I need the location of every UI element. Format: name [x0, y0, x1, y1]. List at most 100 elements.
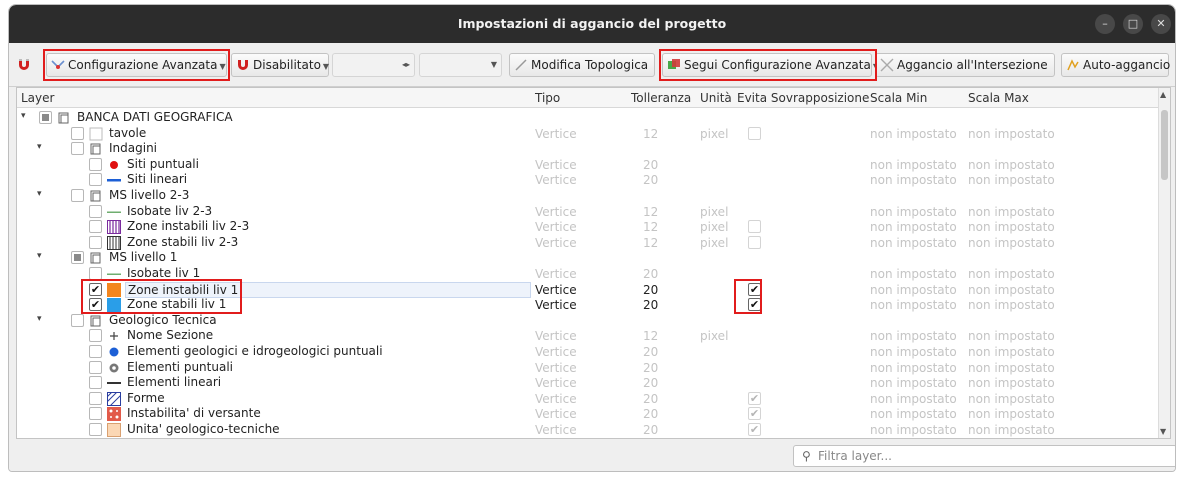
scale-max-cell[interactable]: non impostato [968, 283, 1055, 297]
units-dropdown[interactable]: ▼ [419, 53, 502, 77]
table-row[interactable]: Unita' geologico-tecniche Vertice 20 ✔ non i… [17, 422, 1160, 438]
tolerance-cell[interactable]: 20 [643, 345, 658, 359]
expand-toggle-icon[interactable]: ▾ [37, 189, 42, 199]
scale-max-cell[interactable]: non impostato [968, 407, 1055, 421]
layer-enable-checkbox[interactable] [71, 126, 84, 140]
table-row[interactable]: Elementi geologici e idrogeologici puntu… [17, 344, 1160, 360]
scale-max-cell[interactable]: non impostato [968, 376, 1055, 390]
snap-type-cell[interactable]: Vertice [535, 329, 577, 343]
scale-min-cell[interactable]: non impostato [870, 361, 957, 375]
column-header-scale-max[interactable]: Scala Max [968, 91, 1029, 105]
tolerance-cell[interactable]: 12 [643, 220, 658, 234]
layer-enable-checkbox[interactable] [71, 189, 84, 202]
scale-max-cell[interactable]: non impostato [968, 220, 1055, 234]
snapping-type-dropdown[interactable]: Disabilitato ▼ [231, 53, 329, 77]
table-row[interactable]: Nome Sezione Vertice 12 pixel non impostato n… [17, 328, 1160, 344]
expand-toggle-icon[interactable]: ▾ [21, 111, 26, 121]
unit-cell[interactable]: pixel [700, 205, 728, 219]
layer-enable-checkbox[interactable] [89, 360, 102, 374]
layer-enable-checkbox[interactable] [89, 157, 102, 171]
scale-min-cell[interactable]: non impostato [870, 205, 957, 219]
layer-enable-checkbox[interactable] [89, 407, 102, 421]
scale-min-cell[interactable]: non impostato [870, 283, 957, 297]
tolerance-cell[interactable]: 20 [643, 267, 658, 281]
snap-type-cell[interactable]: Vertice [535, 127, 577, 141]
tolerance-cell[interactable]: 20 [643, 407, 658, 421]
column-header-layer[interactable]: Layer [21, 91, 54, 105]
tolerance-cell[interactable]: 12 [643, 236, 658, 250]
unit-cell[interactable]: pixel [700, 236, 728, 250]
layer-enable-checkbox[interactable] [89, 376, 102, 390]
snap-type-cell[interactable]: Vertice [535, 376, 577, 390]
scale-min-cell[interactable]: non impostato [870, 392, 957, 406]
scale-min-cell[interactable]: non impostato [870, 407, 957, 421]
scale-max-cell[interactable]: non impostato [968, 158, 1055, 172]
intersection-snap-button[interactable]: Aggancio all'Intersezione [875, 53, 1055, 77]
snap-type-cell[interactable]: Vertice [535, 267, 577, 281]
scale-min-cell[interactable]: non impostato [870, 329, 957, 343]
column-header-avoid-overlap[interactable]: Evita Sovrapposizione [737, 91, 869, 105]
scale-max-cell[interactable]: non impostato [968, 345, 1055, 359]
layer-enable-checkbox[interactable] [89, 345, 102, 358]
title-bar[interactable]: Impostazioni di aggancio del progetto – … [9, 5, 1175, 43]
table-row[interactable]: ▾ MS livello 1 [17, 250, 1160, 266]
scale-min-cell[interactable]: non impostato [870, 173, 957, 187]
layer-enable-checkbox[interactable] [89, 204, 102, 218]
tolerance-cell[interactable]: 20 [643, 173, 658, 187]
tolerance-cell[interactable]: 20 [643, 283, 658, 297]
unit-cell[interactable]: pixel [700, 127, 728, 141]
magnet-icon[interactable] [16, 56, 32, 75]
snap-type-cell[interactable]: Vertice [535, 298, 577, 312]
topological-edit-button[interactable]: Modifica Topologica [509, 53, 655, 77]
scale-min-cell[interactable]: non impostato [870, 298, 957, 312]
scrollbar-thumb[interactable] [1161, 110, 1168, 180]
tolerance-cell[interactable]: 12 [643, 205, 658, 219]
snap-type-cell[interactable]: Vertice [535, 392, 577, 406]
snap-type-cell[interactable]: Vertice [535, 236, 577, 250]
scale-min-cell[interactable]: non impostato [870, 236, 957, 250]
expand-toggle-icon[interactable]: ▾ [37, 142, 42, 152]
scale-min-cell[interactable]: non impostato [870, 423, 957, 437]
layer-filter-input[interactable]: ⚲ Filtra layer... [793, 445, 1175, 467]
tolerance-cell[interactable]: 12 [643, 329, 658, 343]
table-row[interactable]: Elementi puntuali Vertice 20 non impostato n… [17, 360, 1160, 376]
tolerance-cell[interactable]: 20 [643, 361, 658, 375]
layer-enable-checkbox[interactable] [71, 313, 84, 327]
scale-max-cell[interactable]: non impostato [968, 236, 1055, 250]
scale-min-cell[interactable]: non impostato [870, 267, 957, 281]
layer-enable-checkbox[interactable] [39, 111, 52, 124]
table-row[interactable]: Forme Vertice 20 ✔ non impostato non impostat… [17, 391, 1160, 407]
scale-max-cell[interactable]: non impostato [968, 329, 1055, 343]
unit-cell[interactable]: pixel [700, 329, 728, 343]
table-row[interactable]: ▾ Indagini [17, 141, 1160, 157]
expand-toggle-icon[interactable]: ▾ [37, 251, 42, 261]
snap-type-cell[interactable]: Vertice [535, 205, 577, 219]
layer-enable-checkbox[interactable] [89, 235, 102, 249]
layer-enable-checkbox[interactable] [89, 391, 102, 405]
snap-type-cell[interactable]: Vertice [535, 158, 577, 172]
table-row[interactable]: Siti lineari Vertice 20 non impostato non im… [17, 172, 1160, 188]
scale-max-cell[interactable]: non impostato [968, 361, 1055, 375]
table-row[interactable]: ▾ Geologico Tecnica [17, 313, 1160, 329]
scale-max-cell[interactable]: non impostato [968, 173, 1055, 187]
layer-enable-checkbox[interactable] [71, 251, 84, 265]
snap-type-cell[interactable]: Vertice [535, 407, 577, 421]
expand-toggle-icon[interactable]: ▾ [37, 314, 42, 324]
scroll-down-icon[interactable]: ▼ [1160, 427, 1166, 436]
tolerance-cell[interactable]: 20 [643, 376, 658, 390]
scale-min-cell[interactable]: non impostato [870, 127, 957, 141]
column-header-scale-min[interactable]: Scala Min [870, 91, 927, 105]
minimize-button[interactable]: – [1095, 14, 1115, 34]
layer-enable-checkbox[interactable] [89, 220, 102, 234]
layer-enable-checkbox[interactable] [71, 142, 84, 156]
snap-type-cell[interactable]: Vertice [535, 361, 577, 375]
tolerance-cell[interactable]: 20 [643, 298, 658, 312]
avoid-overlap-checkbox[interactable]: ✔ [748, 407, 761, 421]
snap-type-cell[interactable]: Vertice [535, 345, 577, 359]
column-header-unit[interactable]: Unità [700, 91, 732, 105]
table-row[interactable]: Zone instabili liv 2-3 Vertice 12 pixel non … [17, 219, 1160, 235]
scale-max-cell[interactable]: non impostato [968, 205, 1055, 219]
tolerance-cell[interactable]: 20 [643, 423, 658, 437]
avoid-overlap-checkbox[interactable]: ✔ [748, 423, 761, 436]
layer-enable-checkbox[interactable] [89, 173, 102, 187]
